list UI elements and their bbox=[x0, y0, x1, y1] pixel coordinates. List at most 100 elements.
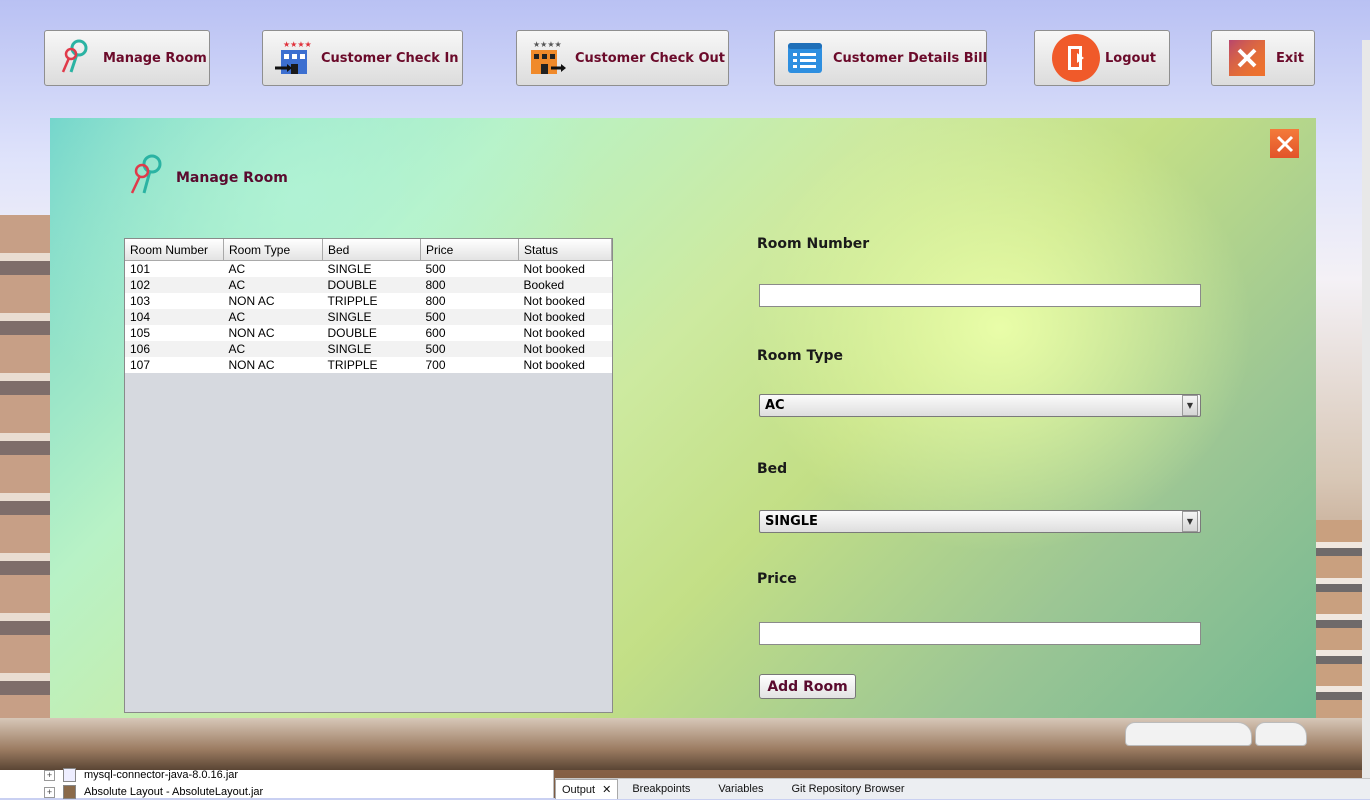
cell-room-number[interactable]: 102 bbox=[125, 277, 224, 293]
cell-room-number[interactable]: 105 bbox=[125, 325, 224, 341]
bed-label: Bed bbox=[757, 461, 788, 477]
cell-room-number[interactable]: 103 bbox=[125, 293, 224, 309]
tab-git-repository-browser[interactable]: Git Repository Browser bbox=[777, 779, 918, 799]
cell-room-type[interactable]: AC bbox=[223, 260, 323, 277]
cell-bed[interactable]: TRIPPLE bbox=[322, 357, 421, 373]
cell-status[interactable]: Not booked bbox=[518, 260, 612, 277]
tab-output[interactable]: Output ✕ bbox=[555, 779, 619, 799]
customer-check-out-label: Customer Check Out bbox=[575, 50, 725, 66]
svg-text:★★★★: ★★★★ bbox=[533, 40, 562, 49]
table-row[interactable]: 104 AC SINGLE 500 Not booked bbox=[125, 309, 612, 325]
customer-details-bill-button[interactable]: Customer Details Bill bbox=[774, 30, 987, 86]
table-row[interactable]: 101 AC SINGLE 500 Not booked bbox=[125, 260, 612, 277]
close-panel-button[interactable] bbox=[1270, 129, 1299, 158]
expand-icon[interactable]: + bbox=[44, 786, 55, 798]
column-header-status[interactable]: Status bbox=[518, 239, 612, 261]
bed-select[interactable]: SINGLE ▼ bbox=[759, 510, 1201, 533]
jar-icon bbox=[63, 768, 76, 782]
logout-icon bbox=[1051, 33, 1101, 83]
table-row[interactable]: 103 NON AC TRIPPLE 800 Not booked bbox=[125, 293, 612, 309]
column-header-price[interactable]: Price bbox=[420, 239, 519, 261]
cell-status[interactable]: Not booked bbox=[518, 357, 612, 373]
cell-status[interactable]: Not booked bbox=[518, 325, 612, 341]
table-row[interactable]: 107 NON AC TRIPPLE 700 Not booked bbox=[125, 357, 612, 373]
keys-icon bbox=[126, 153, 170, 203]
cell-price[interactable]: 500 bbox=[420, 341, 519, 357]
price-input[interactable] bbox=[759, 622, 1201, 645]
customer-details-bill-label: Customer Details Bill bbox=[833, 50, 988, 66]
panel-header: Manage Room bbox=[126, 153, 288, 203]
cell-room-number[interactable]: 106 bbox=[125, 341, 224, 357]
tree-item-absolute-layout[interactable]: + Absolute Layout - AbsoluteLayout.jar bbox=[44, 785, 263, 799]
cell-bed[interactable]: SINGLE bbox=[322, 309, 421, 325]
cell-bed[interactable]: SINGLE bbox=[322, 341, 421, 357]
ide-bottom-tabs: Output ✕ Breakpoints Variables Git Repos… bbox=[555, 778, 1370, 799]
cell-price[interactable]: 500 bbox=[420, 309, 519, 325]
table-row[interactable]: 105 NON AC DOUBLE 600 Not booked bbox=[125, 325, 612, 341]
background-car bbox=[1125, 722, 1252, 746]
cell-room-type[interactable]: AC bbox=[223, 341, 323, 357]
logout-button[interactable]: Logout bbox=[1034, 30, 1170, 86]
cell-room-type[interactable]: NON AC bbox=[223, 325, 323, 341]
bed-selected-value: SINGLE bbox=[765, 514, 818, 529]
cell-price[interactable]: 600 bbox=[420, 325, 519, 341]
manage-room-label: Manage Room bbox=[103, 50, 207, 66]
customer-check-in-button[interactable]: ★★★★ Customer Check In bbox=[262, 30, 463, 86]
customer-check-out-button[interactable]: ★★★★ Customer Check Out bbox=[516, 30, 729, 86]
cell-status[interactable]: Booked bbox=[518, 277, 612, 293]
panel-title: Manage Room bbox=[176, 170, 288, 186]
add-room-button[interactable]: Add Room bbox=[759, 674, 856, 699]
customer-check-in-label: Customer Check In bbox=[321, 50, 459, 66]
cell-room-type[interactable]: NON AC bbox=[223, 293, 323, 309]
tree-item-label: mysql-connector-java-8.0.16.jar bbox=[84, 769, 239, 781]
expand-icon[interactable]: + bbox=[44, 769, 55, 781]
right-scrollbar[interactable] bbox=[1362, 40, 1370, 780]
column-header-bed[interactable]: Bed bbox=[322, 239, 421, 261]
cell-status[interactable]: Not booked bbox=[518, 293, 612, 309]
background-building-left bbox=[0, 215, 50, 735]
cell-bed[interactable]: TRIPPLE bbox=[322, 293, 421, 309]
room-type-label: Room Type bbox=[757, 348, 844, 364]
tab-variables[interactable]: Variables bbox=[704, 779, 777, 799]
keys-icon bbox=[55, 38, 95, 78]
cell-status[interactable]: Not booked bbox=[518, 341, 612, 357]
cell-room-number[interactable]: 104 bbox=[125, 309, 224, 325]
close-icon[interactable]: ✕ bbox=[602, 784, 611, 796]
cell-bed[interactable]: SINGLE bbox=[322, 260, 421, 277]
exit-x-icon bbox=[1228, 38, 1266, 78]
logout-label: Logout bbox=[1105, 50, 1156, 66]
manage-room-button[interactable]: Manage Room bbox=[44, 30, 210, 86]
cell-room-type[interactable]: NON AC bbox=[223, 357, 323, 373]
list-bill-icon bbox=[785, 38, 825, 78]
cell-price[interactable]: 800 bbox=[420, 293, 519, 309]
cell-price[interactable]: 500 bbox=[420, 260, 519, 277]
cell-room-type[interactable]: AC bbox=[223, 277, 323, 293]
room-type-selected-value: AC bbox=[765, 398, 785, 413]
table-row[interactable]: 106 AC SINGLE 500 Not booked bbox=[125, 341, 612, 357]
cell-bed[interactable]: DOUBLE bbox=[322, 325, 421, 341]
tree-item-mysql-jar[interactable]: + mysql-connector-java-8.0.16.jar bbox=[44, 768, 238, 782]
exit-button[interactable]: Exit bbox=[1211, 30, 1315, 86]
tab-breakpoints[interactable]: Breakpoints bbox=[618, 779, 704, 799]
tab-label: Output bbox=[562, 784, 596, 796]
room-type-select[interactable]: AC ▼ bbox=[759, 394, 1201, 417]
column-header-room-type[interactable]: Room Type bbox=[223, 239, 323, 261]
cell-bed[interactable]: DOUBLE bbox=[322, 277, 421, 293]
tree-item-label: Absolute Layout - AbsoluteLayout.jar bbox=[84, 786, 264, 798]
price-label: Price bbox=[757, 571, 797, 587]
cell-room-number[interactable]: 101 bbox=[125, 260, 224, 277]
table-row[interactable]: 102 AC DOUBLE 800 Booked bbox=[125, 277, 612, 293]
cell-price[interactable]: 800 bbox=[420, 277, 519, 293]
manage-room-panel: Manage Room Room Number Room Type Bed Pr… bbox=[50, 118, 1316, 718]
room-number-label: Room Number bbox=[757, 236, 870, 252]
room-number-input[interactable] bbox=[759, 284, 1201, 307]
cell-room-number[interactable]: 107 bbox=[125, 357, 224, 373]
rooms-table[interactable]: Room Number Room Type Bed Price Status 1… bbox=[124, 238, 613, 713]
cell-price[interactable]: 700 bbox=[420, 357, 519, 373]
chevron-down-icon[interactable]: ▼ bbox=[1182, 395, 1198, 416]
cell-status[interactable]: Not booked bbox=[518, 309, 612, 325]
column-header-room-number[interactable]: Room Number bbox=[125, 239, 224, 261]
chevron-down-icon[interactable]: ▼ bbox=[1182, 511, 1198, 532]
cell-room-type[interactable]: AC bbox=[223, 309, 323, 325]
table-header-row: Room Number Room Type Bed Price Status bbox=[125, 239, 612, 261]
